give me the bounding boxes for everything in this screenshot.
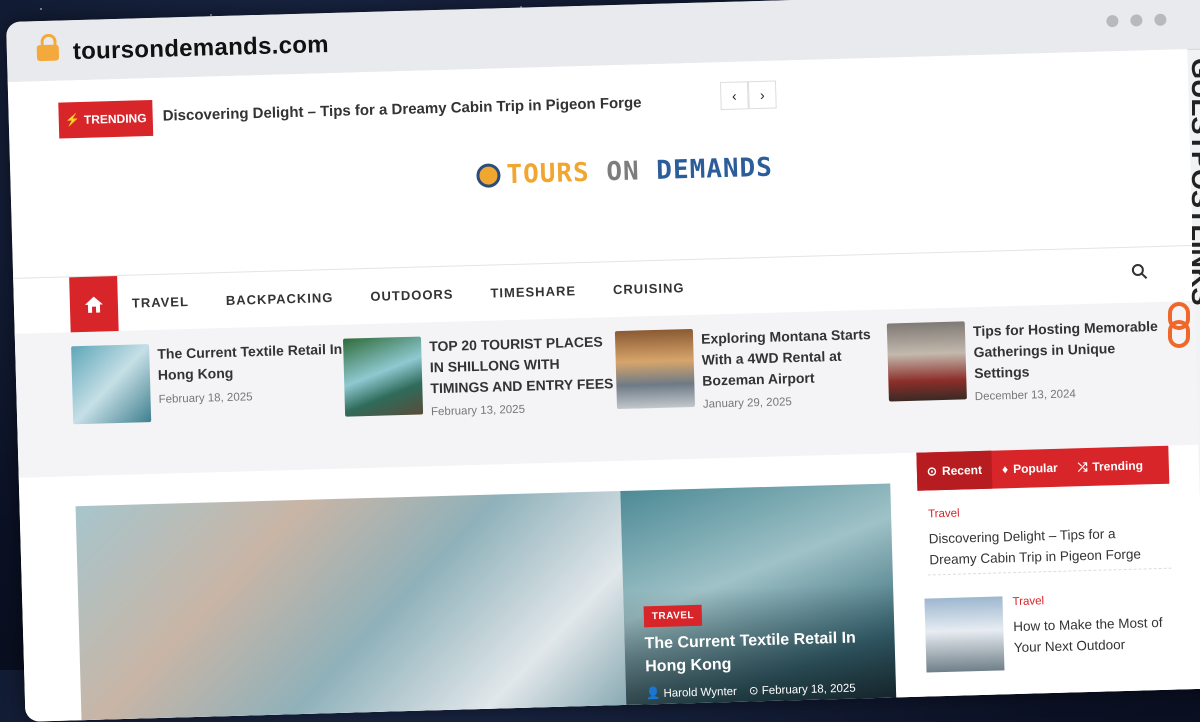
home-icon [84, 296, 103, 313]
search-icon[interactable] [1131, 263, 1148, 279]
featured-thumb[interactable] [886, 321, 967, 402]
next-arrow-icon[interactable]: › [747, 80, 777, 110]
logo-word-1: TOURS [506, 157, 591, 191]
prev-arrow-icon[interactable]: ‹ [719, 81, 749, 111]
window-dot-icon[interactable] [1106, 14, 1119, 28]
watermark-text: GUESTPOSTLINKS [1186, 58, 1200, 306]
post-date: ⊙ February 18, 2025 [749, 681, 856, 698]
featured-date: February 18, 2025 [158, 391, 253, 406]
web-page: ⚡ TRENDING Discovering Delight – Tips fo… [7, 49, 1200, 722]
featured-thumb[interactable] [71, 344, 152, 425]
featured-thumb[interactable] [614, 328, 696, 410]
tab-popular[interactable]: ♦ Popular [991, 449, 1068, 489]
nav-item-cruising[interactable]: CRUISING [613, 280, 685, 297]
featured-thumb[interactable] [342, 336, 424, 417]
side-post-title[interactable]: How to Make the Most of Your Next Outdoo… [1013, 612, 1174, 658]
hero-post[interactable]: TRAVEL The Current Textile Retail In Hon… [620, 483, 897, 721]
logo-word-2: ON [605, 156, 641, 188]
logo-text: TOURS ON DEMANDS [506, 153, 773, 190]
user-icon: 👤 [645, 687, 664, 701]
trending-headline[interactable]: Discovering Delight – Tips for a Dreamy … [162, 94, 641, 124]
trending-label-text: TRENDING [83, 111, 147, 127]
author-name[interactable]: Harold Wynter [663, 686, 737, 700]
featured-title[interactable]: The Current Textile Retail In Hong Kong [157, 339, 344, 386]
side-post-category[interactable]: Travel [928, 508, 960, 521]
featured-card[interactable]: Tips for Hosting Memorable Gatherings in… [886, 316, 1161, 414]
url-text[interactable]: toursondemands.com [72, 31, 329, 66]
nav-item-outdoors[interactable]: OUTDOORS [370, 287, 454, 304]
nav-item-backpacking[interactable]: BACKPACKING [226, 290, 334, 308]
flame-icon: ♦ [1001, 462, 1009, 477]
clock-icon: ⊙ [748, 685, 762, 698]
trending-label: ⚡ TRENDING [58, 99, 154, 139]
post-date-text: February 18, 2025 [761, 682, 856, 698]
featured-date: January 29, 2025 [702, 396, 792, 411]
lock-icon [36, 44, 60, 62]
main-content: TRAVEL The Current Textile Retail In Hon… [18, 444, 1200, 722]
side-post-thumb[interactable] [924, 596, 1005, 673]
featured-title[interactable]: Exploring Montana Starts With a 4WD Rent… [701, 324, 889, 392]
logo-word-3: DEMANDS [655, 152, 774, 186]
tab-label: Popular [1012, 460, 1058, 477]
logo-globe-icon [476, 163, 501, 188]
nav-item-travel[interactable]: TRAVEL [132, 294, 189, 311]
tab-recent[interactable]: ⊙ Recent [916, 450, 993, 491]
featured-title[interactable]: TOP 20 TOURIST PLACES IN SHILLONG WITH T… [429, 331, 617, 399]
clock-icon: ⊙ [926, 464, 938, 479]
featured-date: December 13, 2024 [974, 388, 1076, 404]
shuffle-icon: ⤮ [1077, 459, 1088, 474]
side-post-title[interactable]: Discovering Delight – Tips for a Dreamy … [929, 522, 1166, 571]
nav-item-timeshare[interactable]: TIMESHARE [490, 283, 576, 300]
sidebar-tabs: ⊙ Recent ♦ Popular ⤮ Trending [916, 445, 1170, 491]
author[interactable]: 👤 Harold Wynter [646, 684, 737, 701]
home-button[interactable] [69, 275, 119, 334]
hero-title[interactable]: The Current Textile Retail In Hong Kong [644, 626, 875, 678]
window-dot-icon[interactable] [1154, 13, 1167, 26]
star [40, 8, 42, 10]
browser-window: toursondemands.com ⚡ TRENDING Discoverin… [6, 0, 1200, 722]
featured-card[interactable]: TOP 20 TOURIST PLACES IN SHILLONG WITH T… [342, 331, 617, 429]
watermark: GUESTPOSTLINKS [1168, 58, 1200, 348]
featured-title[interactable]: Tips for Hosting Memorable Gatherings in… [973, 316, 1161, 384]
bolt-icon: ⚡ [64, 112, 81, 128]
hero-meta: 👤 Harold Wynter ⊙ February 18, 2025 [646, 681, 856, 701]
tab-trending[interactable]: ⤮ Trending [1067, 446, 1153, 486]
hero-image[interactable] [75, 491, 627, 722]
side-post-category[interactable]: Travel [1012, 595, 1044, 608]
tab-label: Recent [941, 462, 983, 479]
featured-date: February 13, 2025 [430, 403, 526, 419]
tab-label: Trending [1092, 458, 1144, 474]
window-dot-icon[interactable] [1130, 14, 1143, 27]
window-controls [1106, 13, 1167, 28]
chain-link-icon [1168, 302, 1190, 348]
featured-card[interactable]: The Current Textile Retail In Hong Kong … [71, 339, 345, 437]
site-logo[interactable]: TOURS ON DEMANDS [476, 153, 773, 191]
category-badge[interactable]: TRAVEL [643, 604, 703, 628]
featured-card[interactable]: Exploring Montana Starts With a 4WD Rent… [614, 324, 889, 422]
trending-arrows: ‹ › [719, 80, 777, 111]
